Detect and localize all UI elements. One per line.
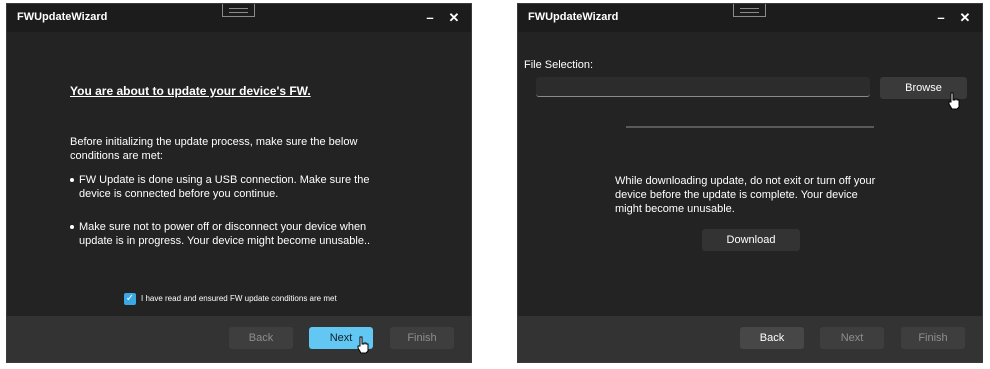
window-grip-icon[interactable] <box>733 4 766 17</box>
intro-text: Before initializing the update process, … <box>70 136 358 162</box>
fw-update-wizard-window-file: FWUpdateWizard – ✕ File Selection: Brows… <box>517 3 983 363</box>
bullet-usb: FW Update is done using a USB connection… <box>79 174 370 200</box>
close-icon[interactable]: ✕ <box>445 9 463 27</box>
title-bar[interactable]: FWUpdateWizard – ✕ <box>7 4 471 32</box>
wizard-footer: Back Next Finish <box>7 316 471 362</box>
hand-pointer-icon <box>357 336 369 354</box>
window-title: FWUpdateWizard <box>528 11 619 23</box>
title-bar[interactable]: FWUpdateWizard – ✕ <box>518 4 982 32</box>
download-button[interactable]: Download <box>702 229 800 251</box>
next-button[interactable]: Next <box>820 327 884 349</box>
conditions-checkbox[interactable]: ✓ <box>124 293 136 305</box>
minimize-icon[interactable]: – <box>932 9 950 27</box>
window-title: FWUpdateWizard <box>17 11 108 23</box>
file-selection-label: File Selection: <box>524 59 594 71</box>
download-progress-bar <box>626 126 874 128</box>
back-button[interactable]: Back <box>740 327 804 349</box>
close-icon[interactable]: ✕ <box>956 9 974 27</box>
hand-pointer-icon <box>948 92 960 110</box>
conditions-checkbox-label[interactable]: I have read and ensured FW update condit… <box>141 294 337 303</box>
bullet-power: Make sure not to power off or disconnect… <box>79 221 371 247</box>
download-warning-text: While downloading update, do not exit or… <box>615 175 876 215</box>
minimize-icon[interactable]: – <box>421 9 439 27</box>
fw-update-wizard-window-intro: FWUpdateWizard – ✕ You are about to upda… <box>6 3 472 363</box>
bullet-dot <box>70 178 74 182</box>
checkmark-icon: ✓ <box>125 293 135 304</box>
file-path-input[interactable] <box>536 77 870 97</box>
window-grip-icon[interactable] <box>222 4 255 17</box>
back-button[interactable]: Back <box>229 327 293 349</box>
bullet-dot <box>70 225 74 229</box>
finish-button[interactable]: Finish <box>901 327 965 349</box>
finish-button[interactable]: Finish <box>390 327 454 349</box>
page-heading: You are about to update your device's FW… <box>70 84 311 98</box>
wizard-footer: Back Next Finish <box>518 316 982 362</box>
